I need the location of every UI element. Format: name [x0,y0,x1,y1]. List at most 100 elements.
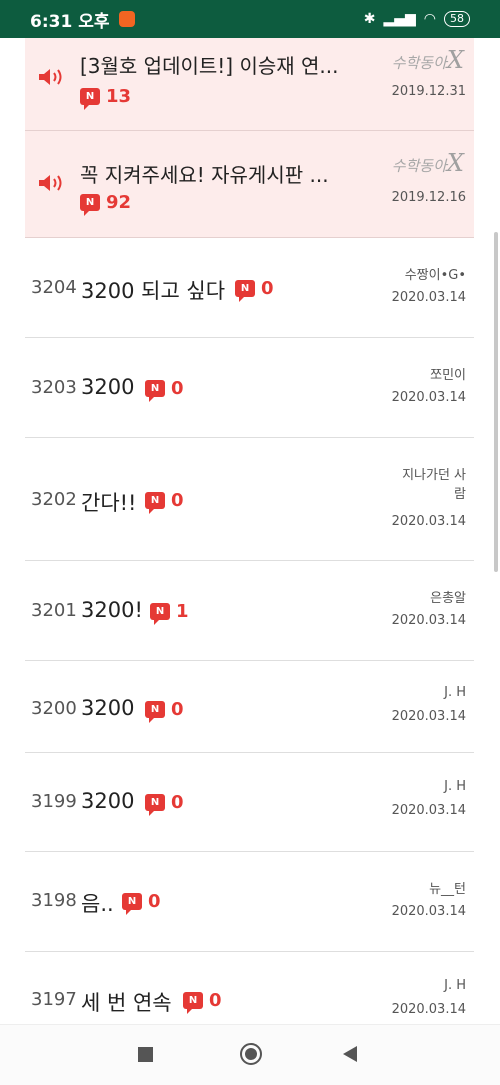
comment-count: N 0 [145,490,184,514]
post-date: 2020.03.14 [391,904,466,919]
navigation-bar [0,1024,500,1085]
post-row[interactable]: 3199 3200 N 0 J. H 2020.03.14 [25,753,474,852]
new-comment-icon: N [80,88,100,110]
notice-title: [3월호 업데이트!] 이승재 연... [80,54,339,78]
new-comment-icon: N [145,492,165,514]
comment-count-value: 0 [171,792,184,813]
post-row[interactable]: 3198 음.. N 0 뉴__턴 2020.03.14 [25,852,474,952]
comment-count: N 1 [150,601,189,625]
post-author: J. H [444,779,466,794]
new-comment-icon: N [80,194,100,216]
comment-count: N 92 [80,192,132,216]
recent-apps-icon[interactable] [138,1047,153,1062]
scrollbar[interactable] [494,232,498,572]
post-author: 은총알 [430,591,466,606]
post-number: 3200 [31,698,77,719]
speaker-icon [39,69,62,85]
post-date: 2020.03.14 [391,290,466,305]
comment-count: N 0 [235,278,274,302]
post-date: 2020.03.14 [391,803,466,818]
back-icon[interactable] [343,1046,357,1062]
logo-x: X [446,149,464,177]
notice-title: 꼭 지켜주세요! 자유게시판 ... [80,163,329,187]
post-row[interactable]: 3197 세 번 연속 N 0 J. H 2020.03.14 [25,952,474,1024]
post-title: 간다!! [81,491,137,515]
app-notification-icon [119,11,136,27]
new-comment-icon: N [145,701,165,723]
comment-count: N 0 [183,990,222,1014]
post-author: J. H [444,685,466,700]
post-row[interactable]: 3203 3200 N 0 쪼민이 2020.03.14 [25,338,474,438]
post-list[interactable]: [3월호 업데이트!] 이승재 연... N 13 수학동아X 2019.12.… [0,38,500,1024]
post-date: 2020.03.14 [391,709,466,724]
comment-count: N 0 [145,378,184,402]
post-row[interactable]: 3204 3200 되고 싶다 N 0 수짱이•G• 2020.03.14 [25,238,474,338]
post-title: 음.. [81,892,114,916]
post-date: 2020.03.14 [391,1002,466,1017]
battery-icon: 58 [444,11,470,27]
post-number: 3199 [31,791,77,812]
post-author: J. H [444,978,466,993]
new-comment-icon: N [183,992,203,1014]
new-comment-icon: N [235,280,255,302]
wifi-icon: ◠ [423,11,436,27]
post-title: 3200! [81,598,143,622]
comment-count-value: 0 [148,891,161,912]
comment-count: N 0 [122,891,161,915]
post-author: 지나가던 사람 [386,464,466,502]
logo-x: X [446,46,464,74]
post-author-line1: 지나가던 사 [402,468,466,483]
comment-count-value: 0 [209,990,222,1011]
new-comment-icon: N [150,603,170,625]
comment-count-value: 1 [176,601,189,622]
logo-text: 수학동아 [391,54,447,72]
post-number: 3203 [31,377,77,398]
signal-icon: ▂▄▆ [383,11,416,27]
status-bar: 6:31 오후 ✱ ▂▄▆ ◠ 58 [0,0,500,38]
comment-count-value: 0 [171,490,184,511]
post-date: 2020.03.14 [391,613,466,628]
post-date: 2020.03.14 [391,514,466,529]
comment-count-value: 0 [261,278,274,299]
post-row[interactable]: 3200 3200 N 0 J. H 2020.03.14 [25,661,474,753]
speaker-icon [39,175,62,191]
notice-date: 2019.12.31 [391,84,466,99]
post-author: 뉴__턴 [429,882,466,897]
status-icons: ✱ ▂▄▆ ◠ 58 [364,11,470,27]
new-comment-icon: N [145,794,165,816]
post-title: 3200 [81,696,135,720]
comment-count: N 0 [145,699,184,723]
post-title: 세 번 연속 [81,991,172,1015]
home-icon[interactable] [240,1043,262,1065]
comment-count-value: 13 [106,86,132,107]
comment-count-value: 92 [106,192,132,213]
status-time: 6:31 오후 [30,11,110,32]
comment-count-value: 0 [171,378,184,399]
post-author: 쪼민이 [430,368,466,383]
new-comment-icon: N [122,893,142,915]
notice-item[interactable]: [3월호 업데이트!] 이승재 연... N 13 수학동아X 2019.12.… [25,38,474,131]
comment-count: N 0 [145,792,184,816]
logo: 수학동아X [392,149,464,177]
post-title: 3200 [81,375,135,399]
notice-item[interactable]: 꼭 지켜주세요! 자유게시판 ... N 92 수학동아X 2019.12.16 [25,131,474,238]
post-number: 3198 [31,890,77,911]
post-number: 3197 [31,989,77,1010]
post-title: 3200 [81,789,135,813]
new-comment-icon: N [145,380,165,402]
post-number: 3202 [31,489,77,510]
post-row[interactable]: 3201 3200! N 1 은총알 2020.03.14 [25,561,474,661]
post-row[interactable]: 3202 간다!! N 0 지나가던 사람 2020.03.14 [25,438,474,561]
post-number: 3201 [31,600,77,621]
post-number: 3204 [31,277,77,298]
post-title: 3200 되고 싶다 [81,279,226,303]
logo-text: 수학동아 [391,157,447,175]
post-author-line2: 람 [454,487,466,502]
comment-count-value: 0 [171,699,184,720]
notice-date: 2019.12.16 [391,190,466,205]
comment-count: N 13 [80,86,132,110]
post-date: 2020.03.14 [391,390,466,405]
post-author: 수짱이•G• [404,268,466,283]
bluetooth-icon: ✱ [363,11,376,27]
logo: 수학동아X [392,46,464,74]
